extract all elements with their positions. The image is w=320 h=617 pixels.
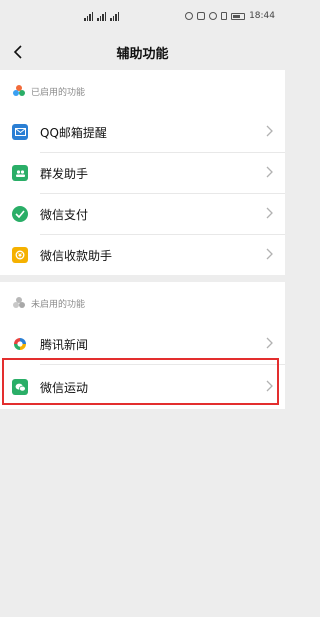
list-item-receipt-assistant[interactable]: 微信收款助手: [0, 235, 285, 275]
signal-indicators: [84, 12, 119, 21]
chevron-right-icon: [266, 166, 273, 178]
list-item-qq-mail[interactable]: QQ邮箱提醒: [0, 112, 285, 152]
section-header-label: 已启用的功能: [31, 87, 86, 98]
status-time: 18:44: [249, 11, 275, 21]
disabled-section: 未启用的功能 腾讯新闻 微信运动: [0, 282, 285, 409]
signal-icon: [84, 12, 93, 21]
alarm-icon: [209, 12, 218, 20]
eye-icon: [185, 12, 194, 20]
chevron-right-icon: [266, 207, 273, 219]
list-item-label: 腾讯新闻: [40, 337, 89, 352]
list-item-label: 微信收款助手: [40, 248, 113, 263]
tencent-news-icon: [12, 336, 28, 352]
section-header-disabled: 未启用的功能: [0, 282, 285, 324]
chevron-right-icon: [266, 337, 273, 349]
chevron-right-icon: [266, 125, 273, 137]
chevron-right-icon: [266, 380, 273, 392]
section-header-enabled: 已启用的功能: [0, 70, 285, 112]
group-send-icon: [12, 165, 28, 181]
page-title: 辅助功能: [116, 47, 169, 62]
wechat-pay-icon: [12, 206, 28, 222]
status-bar: 18:44: [0, 0, 285, 34]
nav-bar: 辅助功能: [0, 34, 285, 70]
section-gap: [0, 275, 285, 282]
signal-icon: [110, 12, 119, 21]
list-item-wechat-sport[interactable]: 微信运动: [0, 365, 285, 409]
list-item-group-send[interactable]: 群发助手: [0, 153, 285, 193]
receipt-icon: [12, 247, 28, 263]
bluetooth-icon: [221, 12, 228, 20]
list-item-label: 群发助手: [40, 166, 89, 181]
enabled-section: 已启用的功能 QQ邮箱提醒 群发助手 微信支付 微信收款助手: [0, 70, 285, 275]
nfc-icon: [197, 12, 206, 20]
mail-icon: [12, 124, 28, 140]
section-header-label: 未启用的功能: [31, 299, 86, 310]
features-dots-icon: [13, 85, 25, 97]
features-dots-icon: [13, 297, 25, 309]
list-item-label: 微信支付: [40, 207, 89, 222]
battery-icon: [231, 12, 246, 20]
status-icons: 18:44: [185, 11, 275, 21]
list-item-label: QQ邮箱提醒: [40, 125, 107, 140]
wechat-sport-icon: [12, 379, 28, 395]
list-item-tencent-news[interactable]: 腾讯新闻: [0, 324, 285, 364]
chevron-right-icon: [266, 248, 273, 260]
list-item-label: 微信运动: [40, 380, 89, 395]
signal-icon: [97, 12, 106, 21]
list-item-wechat-pay[interactable]: 微信支付: [0, 194, 285, 234]
